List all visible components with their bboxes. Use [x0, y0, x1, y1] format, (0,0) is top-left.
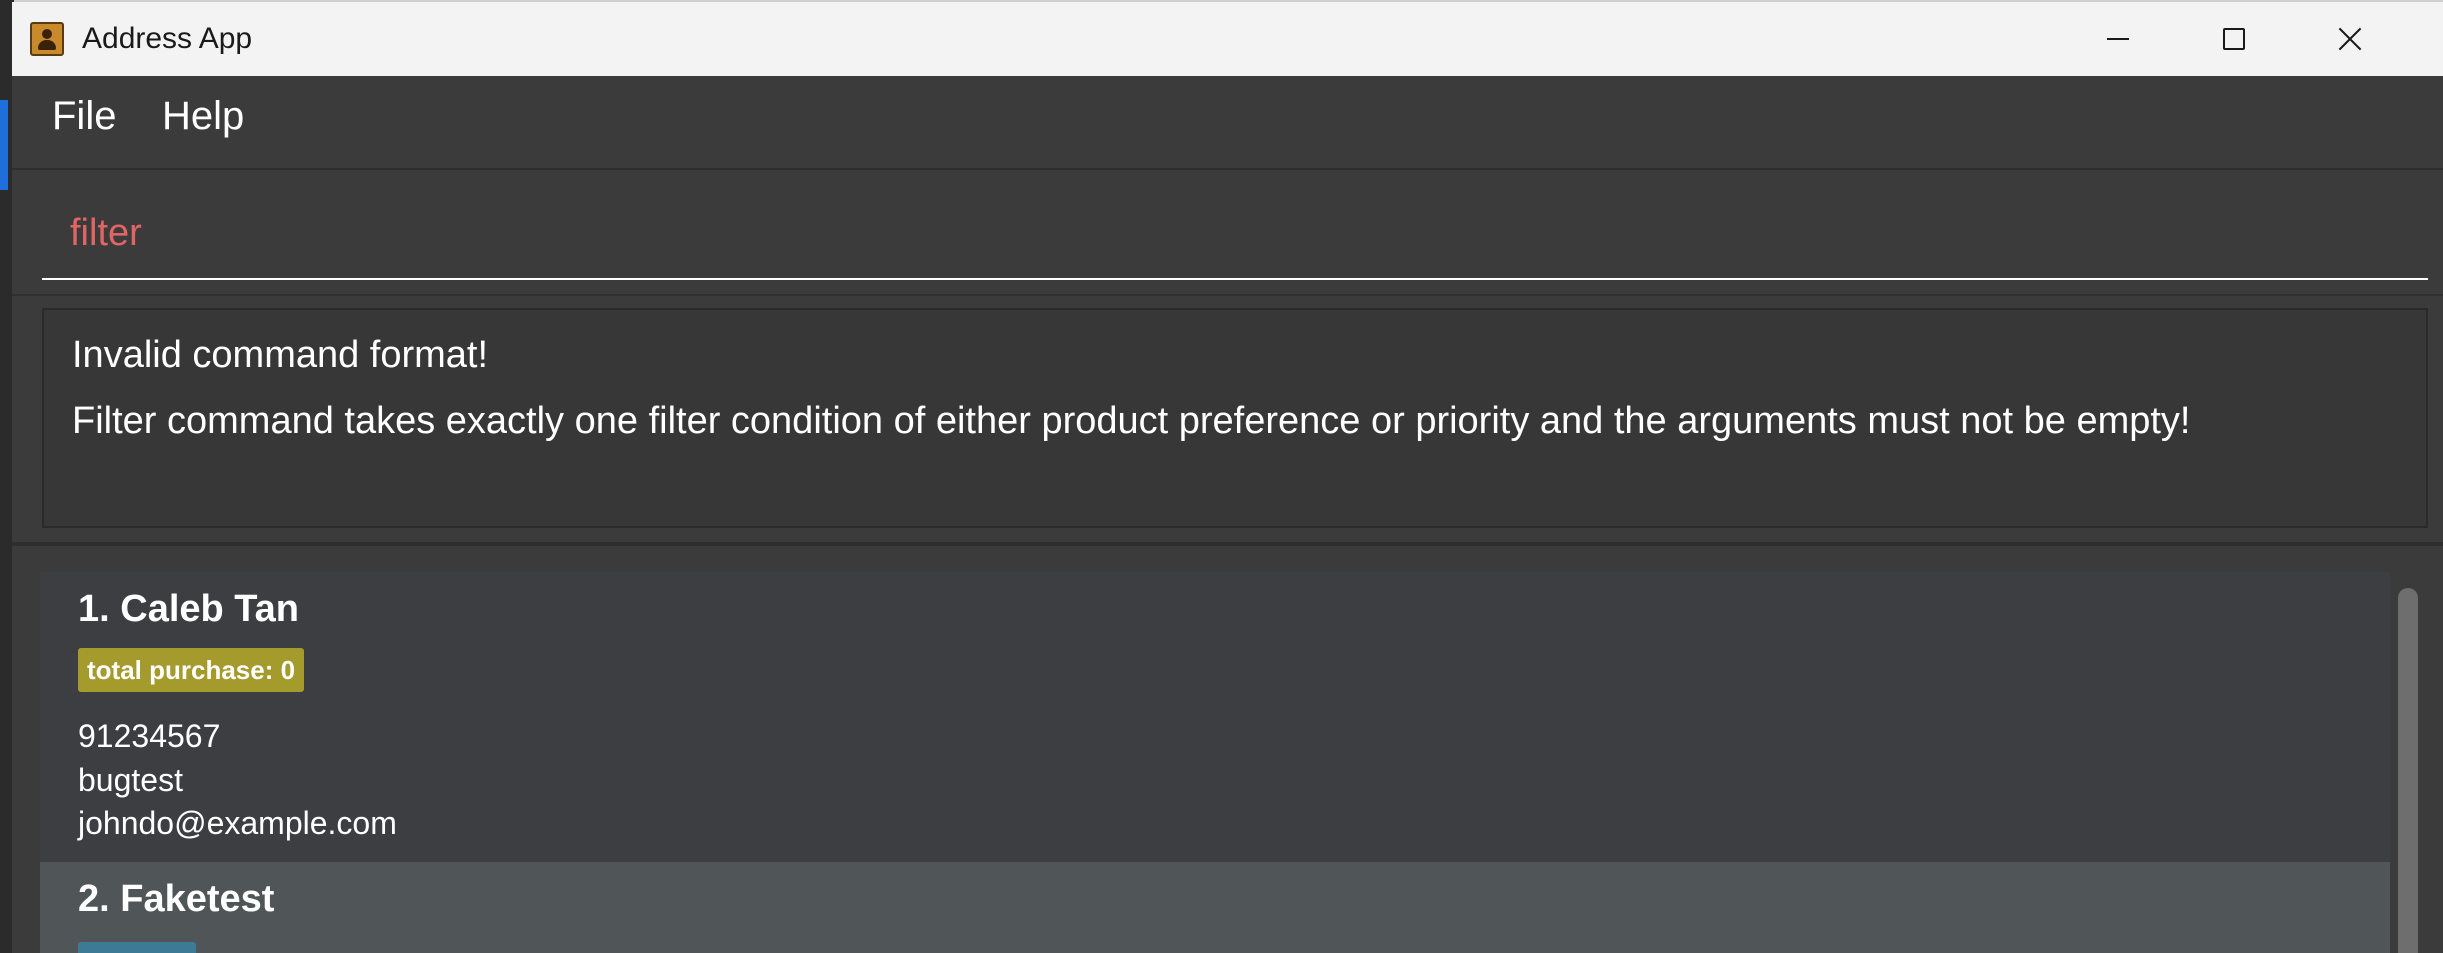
minimize-button[interactable] — [2062, 2, 2174, 76]
command-input[interactable] — [42, 188, 2428, 280]
app-window: Address App File Help Invalid command fo… — [12, 2, 2443, 953]
menu-file[interactable]: File — [52, 94, 116, 139]
person-list: 1. Caleb Tan total purchase: 0 91234567 … — [12, 546, 2443, 953]
command-box-pane — [12, 170, 2443, 296]
maximize-icon — [2223, 28, 2245, 50]
window-title: Address App — [82, 22, 253, 55]
title-bar: Address App — [12, 2, 2443, 76]
person-name: 2. Faketest — [78, 878, 275, 920]
person-card[interactable]: 1. Caleb Tan total purchase: 0 91234567 … — [40, 572, 2390, 862]
minimize-icon — [2107, 38, 2129, 40]
maximize-button[interactable] — [2178, 2, 2290, 76]
person-phone: 91234567 — [78, 718, 221, 754]
menu-help[interactable]: Help — [162, 94, 244, 139]
list-scrollbar-thumb[interactable] — [2398, 588, 2418, 953]
person-card-selected[interactable]: 2. Faketest — [40, 862, 2390, 953]
close-icon — [2338, 27, 2362, 51]
result-display: Invalid command format! Filter command t… — [42, 308, 2428, 528]
person-tag: total purchase: 0 — [78, 648, 305, 692]
person-address: bugtest — [78, 762, 183, 798]
result-message-title: Invalid command format! — [72, 334, 489, 376]
address-book-icon — [30, 22, 64, 56]
person-email: johndo@example.com — [78, 805, 397, 841]
menu-bar: File Help — [12, 76, 2443, 170]
desktop-taskbar-accent — [0, 100, 8, 190]
person-tag — [78, 942, 196, 953]
person-name: 1. Caleb Tan — [78, 588, 300, 630]
close-button[interactable] — [2294, 2, 2406, 76]
result-message-detail: Filter command takes exactly one filter … — [72, 400, 2191, 442]
